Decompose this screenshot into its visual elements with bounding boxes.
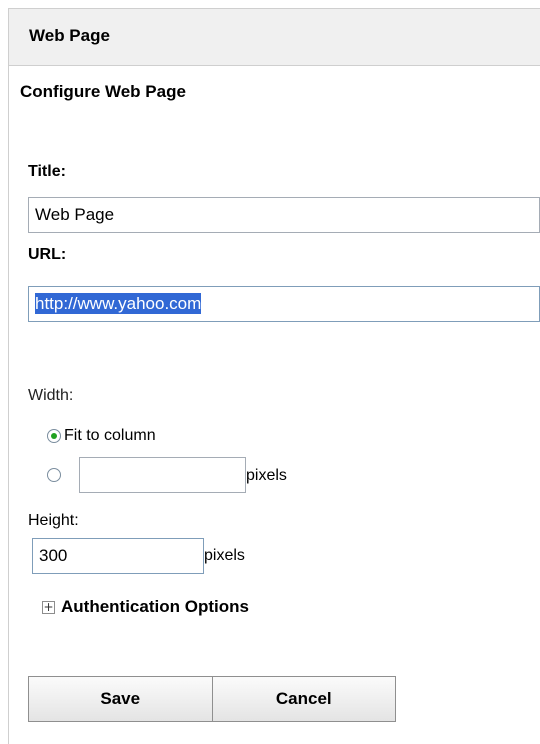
height-unit-label: pixels <box>204 547 245 564</box>
custom-width-input[interactable] <box>79 457 246 493</box>
expand-icon[interactable]: + <box>42 601 55 614</box>
panel-header: Web Page <box>9 9 540 66</box>
custom-width-radio[interactable] <box>47 468 61 482</box>
cancel-button[interactable]: Cancel <box>212 676 396 722</box>
height-label: Height: <box>28 512 79 529</box>
url-label: URL: <box>28 246 67 263</box>
width-unit-label: pixels <box>246 467 287 484</box>
web-page-config-panel: Web Page <box>8 8 540 744</box>
button-row: Save Cancel <box>28 676 396 722</box>
save-button[interactable]: Save <box>28 676 213 722</box>
section-title: Configure Web Page <box>20 82 186 101</box>
fit-to-column-radio[interactable] <box>47 429 61 443</box>
height-input[interactable] <box>32 538 204 574</box>
authentication-options-toggle[interactable]: Authentication Options <box>61 597 249 617</box>
panel-title: Web Page <box>29 26 110 45</box>
url-value-selected: http://www.yahoo.com <box>35 293 202 314</box>
title-label: Title: <box>28 163 66 180</box>
title-input[interactable] <box>28 197 540 233</box>
fit-to-column-label[interactable]: Fit to column <box>64 427 156 445</box>
width-label: Width: <box>28 387 74 404</box>
url-input[interactable]: http://www.yahoo.com <box>28 286 540 322</box>
